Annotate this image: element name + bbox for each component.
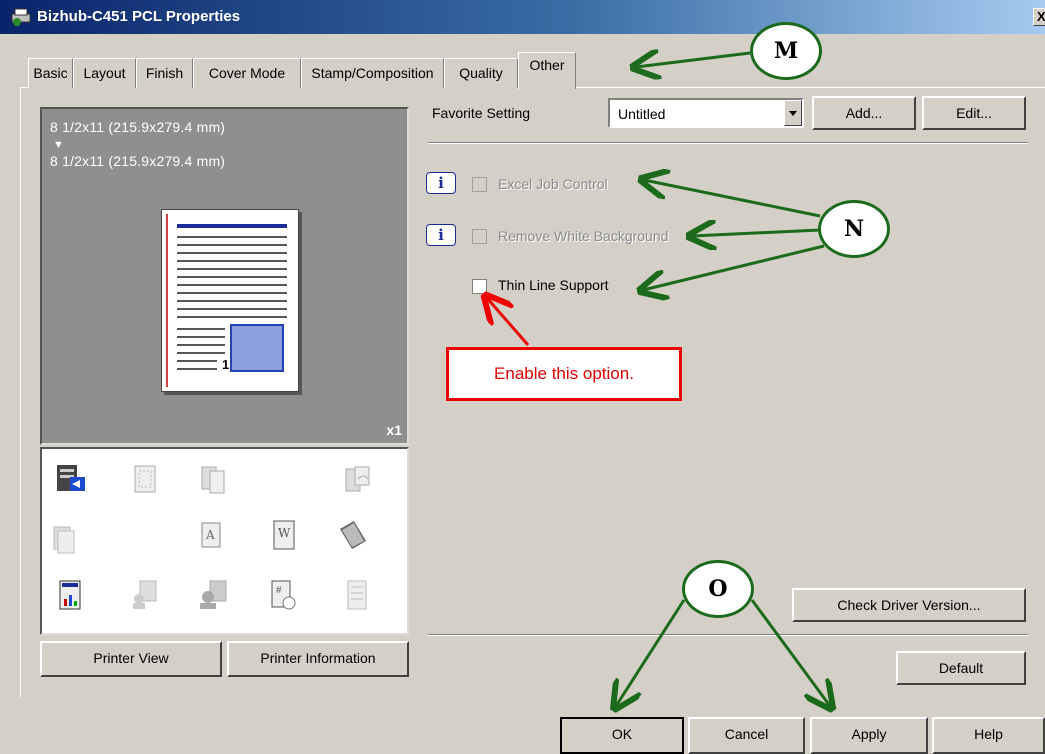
remove-white-background-label: Remove White Background xyxy=(498,228,669,244)
annotation-o: O xyxy=(682,560,754,618)
chart-page-icon xyxy=(59,580,81,610)
page-number: 1 xyxy=(222,357,230,372)
favorite-setting-value: Untitled xyxy=(618,106,666,122)
title-bar: Bizhub-C451 PCL Properties X xyxy=(0,0,1045,34)
apply-button[interactable]: Apply xyxy=(810,717,928,754)
original-size-text: 8 1/2x11 (215.9x279.4 mm) xyxy=(50,119,226,135)
check-driver-version-button[interactable]: Check Driver Version... xyxy=(792,588,1026,622)
tab-layout[interactable]: Layout xyxy=(73,58,136,88)
ok-button[interactable]: OK xyxy=(560,717,684,754)
tab-stamp-composition[interactable]: Stamp/Composition xyxy=(301,58,444,88)
booklet-icon xyxy=(340,521,366,549)
stacked-pages-icon xyxy=(53,526,75,554)
add-button[interactable]: Add... xyxy=(812,96,916,130)
output-size-text: 8 1/2x11 (215.9x279.4 mm) xyxy=(50,153,226,169)
duplex-pages-icon xyxy=(201,466,225,494)
favorite-setting-dropdown[interactable]: Untitled xyxy=(608,98,804,128)
user-share-icon xyxy=(200,580,227,609)
font-page-icon: A xyxy=(201,522,221,548)
rotate-page-icon xyxy=(345,466,370,492)
page-preview: 1 xyxy=(161,209,299,392)
thin-line-support-label: Thin Line Support xyxy=(498,277,609,293)
layout-grid-icon xyxy=(134,465,156,493)
window-title: Bizhub-C451 PCL Properties xyxy=(37,8,241,25)
favorite-setting-label: Favorite Setting xyxy=(432,105,531,121)
annotation-n: N xyxy=(818,200,890,258)
separator xyxy=(428,634,1028,636)
arrow-m xyxy=(636,53,751,67)
copies-count: x1 xyxy=(386,422,402,438)
info-icon[interactable]: i xyxy=(426,224,456,246)
tab-quality[interactable]: Quality xyxy=(444,58,518,88)
cancel-button[interactable]: Cancel xyxy=(688,717,805,754)
printer-output-icon xyxy=(57,465,85,491)
scheduled-print-icon: # xyxy=(271,580,296,610)
user-print-icon xyxy=(133,580,157,609)
watermark-page-icon: W xyxy=(273,520,295,550)
layout-preview: 8 1/2x11 (215.9x279.4 mm) ▼ 8 1/2x11 (21… xyxy=(40,107,409,445)
excel-job-control-checkbox[interactable] xyxy=(472,177,487,192)
info-icon[interactable]: i xyxy=(426,172,456,194)
printer-view-button[interactable]: Printer View xyxy=(40,641,222,677)
page-thumbnail xyxy=(230,324,284,372)
function-icon-grid: A W # xyxy=(40,447,409,635)
page-list-icon xyxy=(347,580,367,610)
printer-icon xyxy=(11,8,31,26)
dropdown-arrow-icon[interactable] xyxy=(784,100,802,126)
svg-text:W: W xyxy=(278,526,291,540)
down-arrow-icon: ▼ xyxy=(53,139,64,151)
annotation-m: M xyxy=(750,22,822,80)
thin-line-support-checkbox[interactable] xyxy=(472,279,487,294)
separator xyxy=(428,142,1028,144)
svg-text:A: A xyxy=(205,528,215,542)
tab-other[interactable]: Other xyxy=(518,52,576,89)
enable-option-callout: Enable this option. xyxy=(446,347,682,401)
tab-basic[interactable]: Basic xyxy=(28,58,73,88)
printer-information-button[interactable]: Printer Information xyxy=(227,641,409,677)
tab-finish[interactable]: Finish xyxy=(136,58,193,88)
remove-white-background-checkbox[interactable] xyxy=(472,229,487,244)
edit-button[interactable]: Edit... xyxy=(922,96,1026,130)
close-button[interactable]: X xyxy=(1033,8,1045,26)
tab-cover-mode[interactable]: Cover Mode xyxy=(193,58,301,88)
excel-job-control-label: Excel Job Control xyxy=(498,176,608,192)
svg-text:#: # xyxy=(276,585,282,596)
default-button[interactable]: Default xyxy=(896,651,1026,685)
help-button[interactable]: Help xyxy=(932,717,1045,754)
